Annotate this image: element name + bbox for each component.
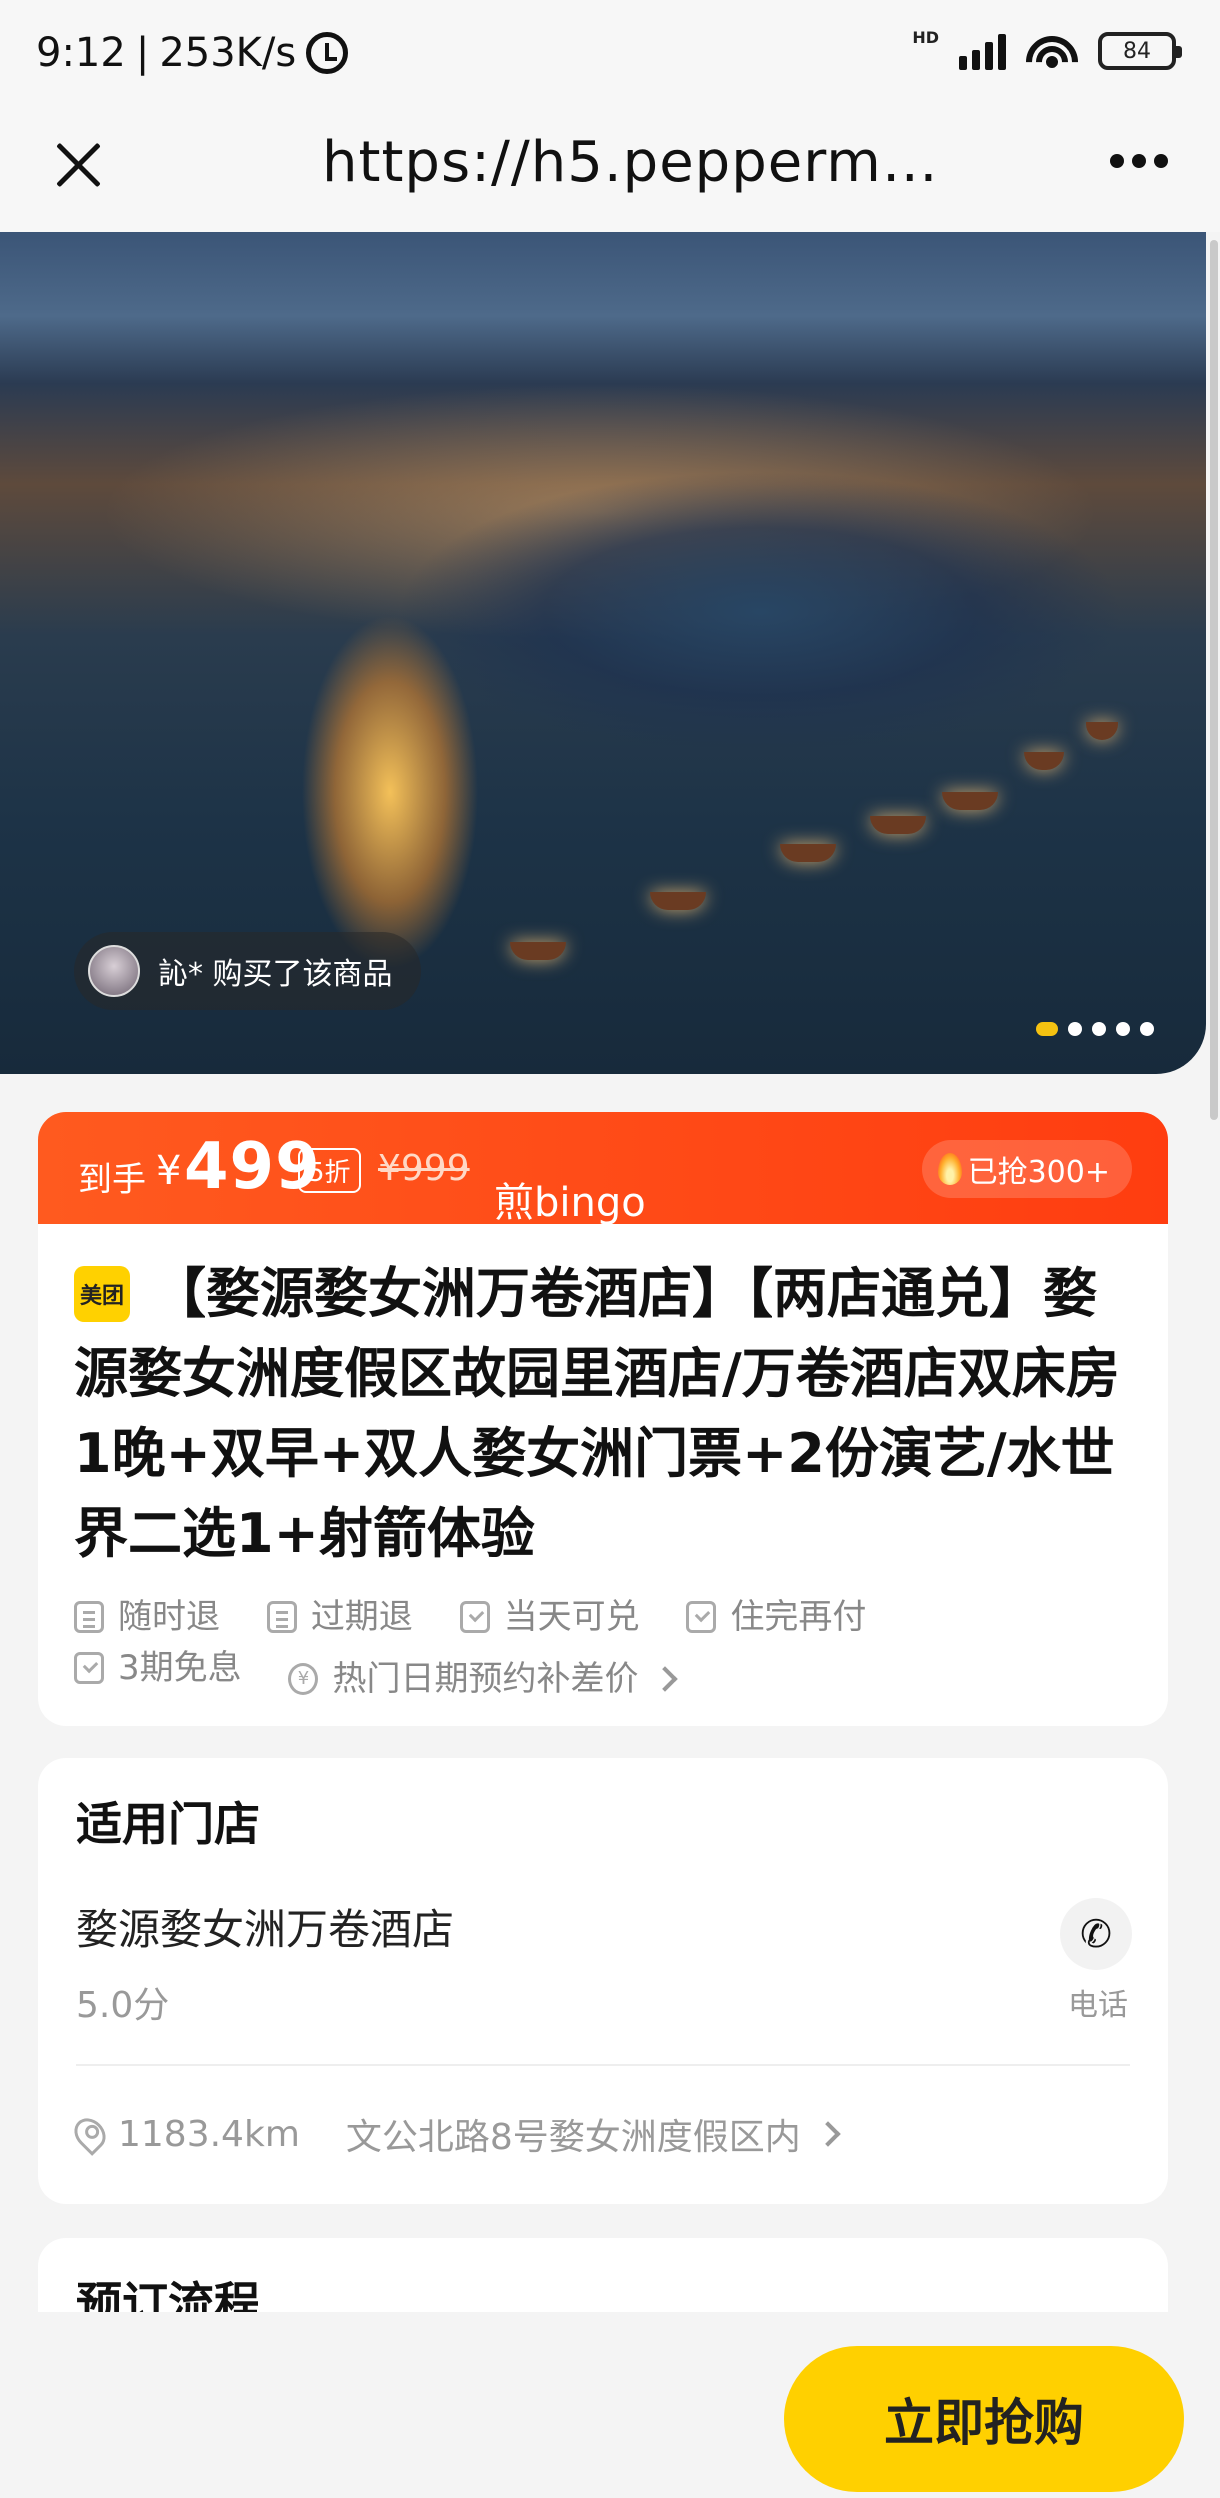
carousel-indicator xyxy=(1036,1022,1154,1036)
more-options-icon[interactable] xyxy=(1110,154,1168,168)
tag-label: 过期退 xyxy=(310,1597,413,1637)
product-info-card: 美团 【婺源婺女洲万卷酒店】【两店通兑】婺源婺女洲度假区故园里酒店/万卷酒店双床… xyxy=(38,1224,1168,1726)
wifi-icon xyxy=(1026,32,1078,70)
sold-count-badge: 已抢300+ xyxy=(921,1140,1132,1198)
status-separator: | xyxy=(135,30,150,76)
status-bar: 9:12 | 253K/s HD 84 xyxy=(0,0,1220,110)
carousel-dot-active xyxy=(1036,1022,1058,1036)
boat-light xyxy=(1024,752,1064,770)
hero-image[interactable]: 訫* 购买了该商品 xyxy=(0,232,1206,1074)
status-time: 9:12 xyxy=(36,30,126,76)
yen-icon: ¥ xyxy=(288,1663,319,1695)
store-card: 适用门店 婺源婺女洲万卷酒店 5.0分 ✆ 电话 1183.4km 文公北路8号… xyxy=(38,1758,1168,2204)
document-icon xyxy=(266,1601,297,1633)
tag-label: 当天可兑 xyxy=(503,1597,640,1637)
boat-light xyxy=(510,942,566,960)
document-icon xyxy=(74,1601,104,1633)
tag-refund-anytime: 随时退 xyxy=(74,1594,220,1640)
boat-light xyxy=(780,844,836,862)
store-rating: 5.0分 xyxy=(76,1985,170,2026)
boat-light xyxy=(650,892,706,910)
tag-label: 随时退 xyxy=(118,1597,220,1637)
divider xyxy=(76,2064,1130,2066)
phone-button[interactable]: ✆ xyxy=(1060,1898,1132,1970)
browser-nav-bar: https://h5.pepperm… xyxy=(0,110,1220,232)
page-url-title: https://h5.pepperm… xyxy=(322,130,939,195)
calendar-check-icon xyxy=(686,1601,717,1633)
carousel-dot xyxy=(1068,1022,1082,1036)
status-network-speed: 253K/s xyxy=(159,30,297,76)
close-icon[interactable] xyxy=(50,136,106,192)
store-distance: 1183.4km xyxy=(118,2113,300,2155)
price-currency: ¥ xyxy=(156,1148,182,1194)
sold-count-text: 已抢300+ xyxy=(967,1155,1110,1190)
store-name[interactable]: 婺源婺女洲万卷酒店 xyxy=(76,1896,454,1957)
chevron-right-icon xyxy=(652,1666,679,1692)
recent-buyer-pill: 訫* 购买了该商品 xyxy=(74,932,421,1010)
phone-icon: ✆ xyxy=(1080,1912,1112,1956)
tag-pay-after-stay: 住完再付 xyxy=(686,1594,866,1640)
section-title-stores: 适用门店 xyxy=(76,1797,260,1851)
boat-light xyxy=(870,816,926,834)
tag-installment: 3期免息 xyxy=(74,1645,242,1691)
price-label: 到手 xyxy=(78,1160,146,1200)
battery-icon: 84 xyxy=(1098,32,1182,70)
calendar-check-icon xyxy=(459,1601,490,1633)
boat-light xyxy=(1086,722,1118,740)
chevron-right-icon xyxy=(815,2121,841,2147)
tag-peak-date-surcharge[interactable]: ¥ 热门日期预约补差价 xyxy=(288,1656,679,1702)
seller-watermark: 煎bingo xyxy=(494,1180,646,1226)
tag-refund-expired: 过期退 xyxy=(266,1594,413,1640)
buy-now-button[interactable]: 立即抢购 xyxy=(784,2346,1184,2492)
tag-same-day: 当天可兑 xyxy=(459,1594,640,1640)
location-pin-icon xyxy=(68,2112,112,2156)
phone-label[interactable]: 电话 xyxy=(1068,1980,1128,2024)
avatar xyxy=(88,945,140,997)
discount-badge: 5折 xyxy=(298,1148,361,1193)
tag-label: 热门日期预约补差价 xyxy=(332,1659,639,1699)
tag-label: 住完再付 xyxy=(730,1597,867,1637)
service-tags: 随时退 过期退 当天可兑 住完再付 3期免息 ¥ 热门日期预约补差价 xyxy=(74,1594,1134,1702)
product-title: 【婺源婺女洲万卷酒店】【两店通兑】婺源婺女洲度假区故园里酒店/万卷酒店双床房1晚… xyxy=(74,1262,1120,1565)
store-address: 文公北路8号婺女洲度假区内 xyxy=(345,2117,801,2158)
hd-label: HD xyxy=(912,27,939,47)
recent-buyer-text: 訫* 购买了该商品 xyxy=(158,957,393,992)
address-row[interactable]: 1183.4km 文公北路8号婺女洲度假区内 xyxy=(68,2108,841,2160)
boat-light xyxy=(942,792,998,810)
original-price: ¥999 xyxy=(378,1148,470,1189)
scrollbar[interactable] xyxy=(1210,240,1218,1120)
carousel-dot xyxy=(1140,1022,1154,1036)
tag-label: 3期免息 xyxy=(118,1648,242,1688)
carousel-dot xyxy=(1116,1022,1130,1036)
flame-icon xyxy=(937,1153,962,1185)
status-left: 9:12 | 253K/s xyxy=(36,30,349,76)
price-bar: 到手 ¥ 499 5折 ¥999 煎bingo 已抢300+ xyxy=(38,1112,1168,1226)
battery-level: 84 xyxy=(1123,38,1151,64)
alarm-icon xyxy=(306,32,349,74)
carousel-dot xyxy=(1092,1022,1106,1036)
status-right: HD 84 xyxy=(912,28,1182,70)
calendar-check-icon xyxy=(74,1652,104,1684)
signal-icon xyxy=(959,32,1006,70)
